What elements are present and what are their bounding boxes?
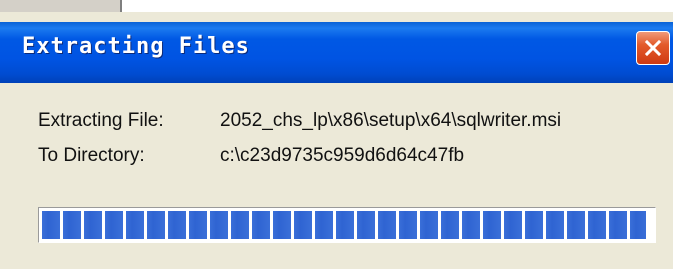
close-button[interactable] [636,31,670,65]
dialog-title: Extracting Files [22,34,250,59]
progress-bar [38,207,656,243]
extracting-file-label: Extracting File: [38,110,164,131]
to-directory-label: To Directory: [38,145,145,166]
close-icon [644,39,662,57]
title-bar[interactable]: Extracting Files [0,22,673,83]
to-directory-value: c:\c23d9735c959d6d64c47fb [220,145,465,166]
extracting-file-value: 2052_chs_lp\x86\setup\x64\sqlwriter.msi [220,110,562,131]
progress-fill [42,211,646,239]
